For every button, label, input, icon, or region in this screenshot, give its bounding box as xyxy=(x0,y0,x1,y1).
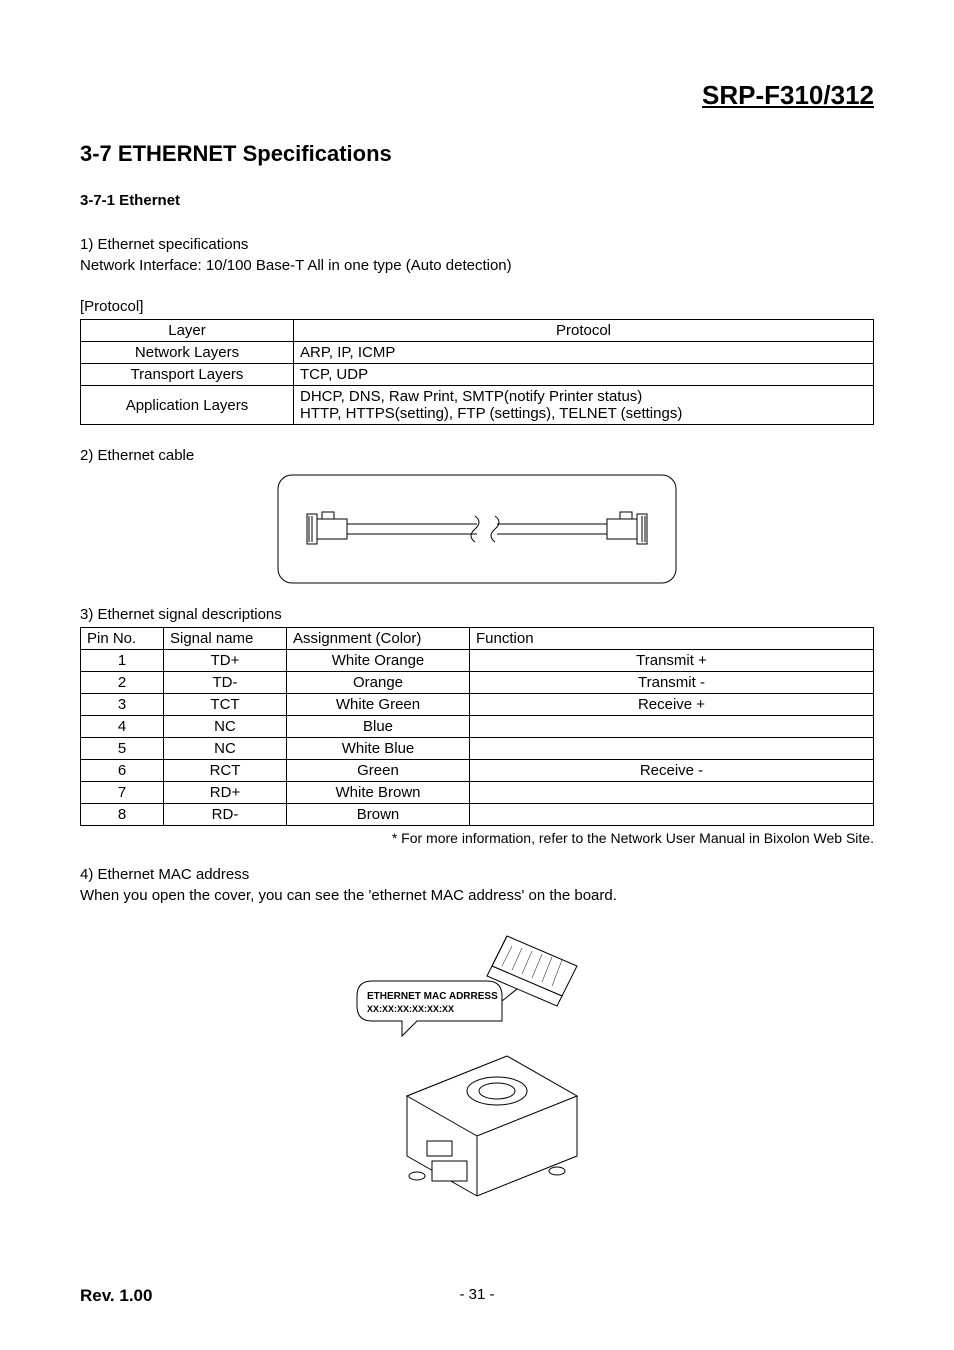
cell-protocol: TCP, UDP xyxy=(294,364,874,386)
col-pin: Pin No. xyxy=(81,628,164,650)
table-row: 2 TD- Orange Transmit - xyxy=(81,672,874,694)
spec-line-1: 1) Ethernet specifications xyxy=(80,234,874,255)
cell-func: Receive - xyxy=(470,760,874,782)
cell-pin: 3 xyxy=(81,694,164,716)
cell-name: RD+ xyxy=(164,782,287,804)
cell-name: NC xyxy=(164,738,287,760)
cell-protocol-line2: HTTP, HTTPS(setting), FTP (settings), TE… xyxy=(300,405,682,422)
table-row: Application Layers DHCP, DNS, Raw Print,… xyxy=(81,386,874,425)
cell-pin: 6 xyxy=(81,760,164,782)
cell-protocol-line1: DHCP, DNS, Raw Print, SMTP(notify Printe… xyxy=(300,388,642,405)
col-signal: Signal name xyxy=(164,628,287,650)
cell-protocol: DHCP, DNS, Raw Print, SMTP(notify Printe… xyxy=(294,386,874,425)
table-row: 3 TCT White Green Receive + xyxy=(81,694,874,716)
table-row: 1 TD+ White Orange Transmit + xyxy=(81,650,874,672)
cell-pin: 1 xyxy=(81,650,164,672)
cell-layer: Transport Layers xyxy=(81,364,294,386)
cell-func: Transmit - xyxy=(470,672,874,694)
cell-func xyxy=(470,738,874,760)
protocol-table: Layer Protocol Network Layers ARP, IP, I… xyxy=(80,319,874,425)
cell-pin: 7 xyxy=(81,782,164,804)
table-row: 4 NC Blue xyxy=(81,716,874,738)
cell-func: Receive + xyxy=(470,694,874,716)
ethernet-cable-diagram xyxy=(277,474,677,584)
table-header-row: Pin No. Signal name Assignment (Color) F… xyxy=(81,628,874,650)
cell-name: RCT xyxy=(164,760,287,782)
cell-color: White Green xyxy=(287,694,470,716)
cell-name: TD- xyxy=(164,672,287,694)
cell-name: RD- xyxy=(164,804,287,826)
table-row: 6 RCT Green Receive - xyxy=(81,760,874,782)
revision-label: Rev. 1.00 xyxy=(80,1286,345,1306)
cell-pin: 4 xyxy=(81,716,164,738)
cable-title: 2) Ethernet cable xyxy=(80,445,874,466)
cell-name: TD+ xyxy=(164,650,287,672)
printer-body xyxy=(407,1056,577,1196)
cell-color: White Blue xyxy=(287,738,470,760)
subsection-title: 3-7-1 Ethernet xyxy=(80,192,874,209)
signal-title: 3) Ethernet signal descriptions xyxy=(80,604,874,625)
cell-color: Green xyxy=(287,760,470,782)
cell-protocol: ARP, IP, ICMP xyxy=(294,342,874,364)
spec-line-2: Network Interface: 10/100 Base-T All in … xyxy=(80,255,874,276)
table-header-row: Layer Protocol xyxy=(81,320,874,342)
table-row: 5 NC White Blue xyxy=(81,738,874,760)
mac-title: 4) Ethernet MAC address xyxy=(80,864,874,885)
table-row: 7 RD+ White Brown xyxy=(81,782,874,804)
protocol-label: [Protocol] xyxy=(80,296,874,317)
page-number: - 31 - xyxy=(345,1286,610,1306)
mac-desc: When you open the cover, you can see the… xyxy=(80,885,874,906)
cell-color: White Orange xyxy=(287,650,470,672)
cell-layer: Application Layers xyxy=(81,386,294,425)
page-footer: Rev. 1.00 - 31 - xyxy=(80,1286,874,1306)
signal-footnote: * For more information, refer to the Net… xyxy=(80,830,874,846)
signal-table: Pin No. Signal name Assignment (Color) F… xyxy=(80,627,874,826)
document-header: SRP-F310/312 xyxy=(80,80,874,111)
cell-func: Transmit + xyxy=(470,650,874,672)
cell-layer: Network Layers xyxy=(81,342,294,364)
mac-block: 4) Ethernet MAC address When you open th… xyxy=(80,864,874,906)
printer-illustration: ETHERNET MAC ADRRESS XX:XX:XX:XX:XX:XX xyxy=(347,926,607,1206)
cell-color: White Brown xyxy=(287,782,470,804)
table-row: 8 RD- Brown xyxy=(81,804,874,826)
footer-spacer xyxy=(609,1286,874,1306)
col-function: Function xyxy=(470,628,874,650)
mac-label-line2: XX:XX:XX:XX:XX:XX xyxy=(367,1004,454,1014)
cable-svg xyxy=(277,474,677,584)
cell-name: TCT xyxy=(164,694,287,716)
col-layer: Layer xyxy=(81,320,294,342)
ethernet-spec-block: 1) Ethernet specifications Network Inter… xyxy=(80,234,874,276)
cell-color: Orange xyxy=(287,672,470,694)
section-title: 3-7 ETHERNET Specifications xyxy=(80,141,874,167)
cell-pin: 5 xyxy=(81,738,164,760)
cell-name: NC xyxy=(164,716,287,738)
mac-label-line1: ETHERNET MAC ADRRESS xyxy=(367,991,498,1002)
cell-func xyxy=(470,716,874,738)
col-assignment: Assignment (Color) xyxy=(287,628,470,650)
cell-func xyxy=(470,782,874,804)
table-row: Transport Layers TCP, UDP xyxy=(81,364,874,386)
col-protocol: Protocol xyxy=(294,320,874,342)
cell-pin: 2 xyxy=(81,672,164,694)
table-row: Network Layers ARP, IP, ICMP xyxy=(81,342,874,364)
cell-color: Blue xyxy=(287,716,470,738)
cell-func xyxy=(470,804,874,826)
cell-pin: 8 xyxy=(81,804,164,826)
cell-color: Brown xyxy=(287,804,470,826)
